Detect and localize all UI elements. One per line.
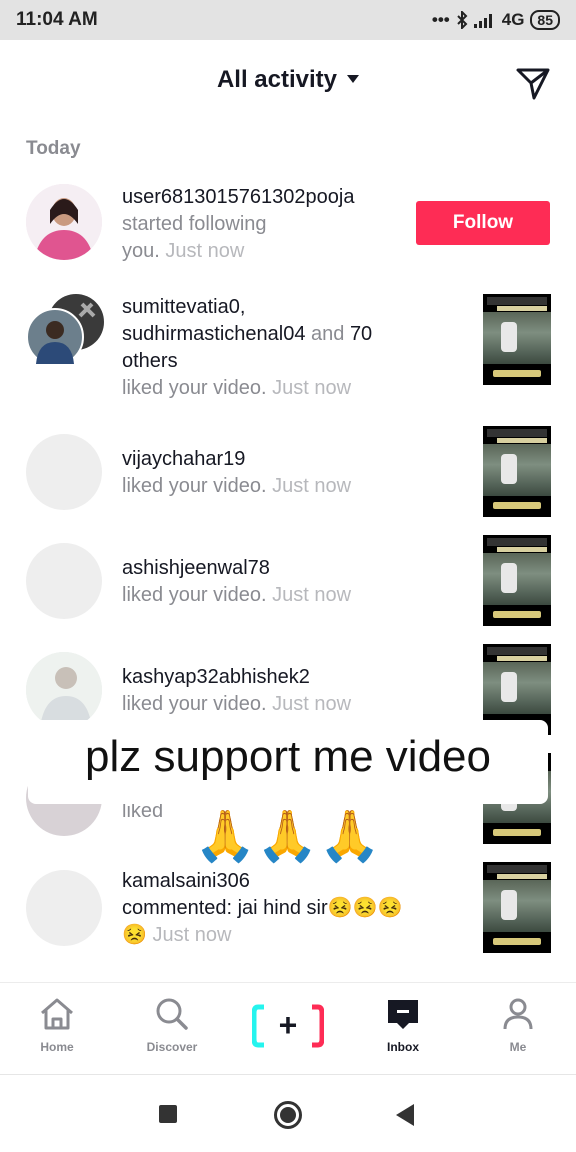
timestamp: Just now [272,584,352,606]
username[interactable]: sudhirmastichenal04 [122,323,305,345]
activity-text: ashishjeenwal78 liked your video. Just n… [122,555,351,609]
avatar[interactable] [26,652,102,728]
search-icon [156,998,188,1030]
caption-text: plz support me video [85,732,491,781]
profile-icon [503,998,533,1030]
timestamp: Just now [165,240,245,262]
avatar[interactable] [26,308,84,366]
avatar[interactable] [26,184,102,260]
activity-action: liked your video. [122,475,267,497]
video-thumbnail[interactable] [483,862,551,953]
video-thumbnail[interactable] [483,426,551,517]
page-title: All activity [216,66,338,93]
nav-inbox[interactable]: Inbox [358,997,448,1054]
home-icon [41,998,73,1030]
activity-text: user6813015761302pooja started following… [122,184,354,265]
nav-inbox-label: Inbox [387,1040,419,1054]
android-nav-bar [0,1074,576,1152]
more-dots-icon: ••• [431,10,450,29]
back-icon[interactable] [396,1104,414,1126]
username[interactable]: sumittevatia0, [122,294,372,321]
comment-text: commented: jai hind sir😣😣😣 [122,897,403,919]
send-message-icon[interactable] [514,64,552,102]
bottom-nav: Home Discover + Inbox Me [0,982,576,1074]
signal-icon [473,14,492,28]
username[interactable]: kashyap32abhishek2 [122,664,351,691]
video-thumbnail[interactable] [483,294,551,385]
username[interactable]: vijaychahar19 [122,446,351,473]
activity-action-cont: you. [122,240,160,262]
timestamp: Just now [272,693,352,715]
home-button-icon[interactable] [274,1101,302,1129]
profile-photo [36,321,74,364]
avatar[interactable] [26,543,102,619]
username[interactable]: user6813015761302pooja [122,184,354,211]
video-thumbnail[interactable] [483,535,551,626]
activity-text: sumittevatia0, sudhirmastichenal04 and 7… [122,294,372,402]
battery-icon: 85 [530,10,560,30]
activity-action: started following [122,213,267,235]
nav-me-label: Me [509,1040,527,1054]
emoji: 😣 [122,924,147,946]
activity-text: kashyap32abhishek2 liked your video. Jus… [122,664,351,718]
section-today: Today [26,138,81,159]
nav-home[interactable]: Home [12,997,102,1054]
inbox-icon [388,1000,418,1029]
activity-filter-dropdown[interactable]: All activity [0,66,576,94]
recents-icon[interactable] [159,1105,177,1123]
nav-me[interactable]: Me [473,997,563,1054]
username[interactable]: kamalsaini306 [122,868,402,895]
status-time: 11:04 AM [16,9,98,30]
profile-photo [26,184,102,260]
activity-text: kamalsaini306 commented: jai hind sir😣😣😣… [122,868,402,949]
network-label: 4G [501,10,525,29]
others-label[interactable]: others [122,348,372,375]
profile-photo [26,652,102,728]
and-text: and [311,323,345,345]
nav-home-label: Home [40,1040,74,1054]
timestamp: Just now [272,475,352,497]
nav-discover[interactable]: Discover [127,997,217,1054]
bluetooth-icon [457,11,468,29]
create-button[interactable]: + [251,1003,325,1049]
activity-text: vijaychahar19 liked your video. Just now [122,446,351,500]
nav-discover-label: Discover [146,1040,198,1054]
caret-down-icon [347,74,360,83]
activity-action: liked your video. [122,377,267,399]
avatar[interactable] [26,870,102,946]
activity-action: liked your video. [122,693,267,715]
follow-button[interactable]: Follow [416,201,550,245]
others-count[interactable]: 70 [350,323,372,345]
status-bar: 11:04 AM ••• 4G 85 [0,0,576,40]
praying-hands-emoji: 🙏🙏🙏 [194,808,381,864]
header: All activity [0,40,576,124]
username[interactable]: ashishjeenwal78 [122,555,351,582]
activity-action: liked your video. [122,584,267,606]
timestamp: Just now [272,377,352,399]
status-icons: ••• 4G 85 [432,10,560,30]
avatar[interactable] [26,434,102,510]
timestamp: Just now [152,924,232,946]
create-label: + [278,1007,298,1043]
